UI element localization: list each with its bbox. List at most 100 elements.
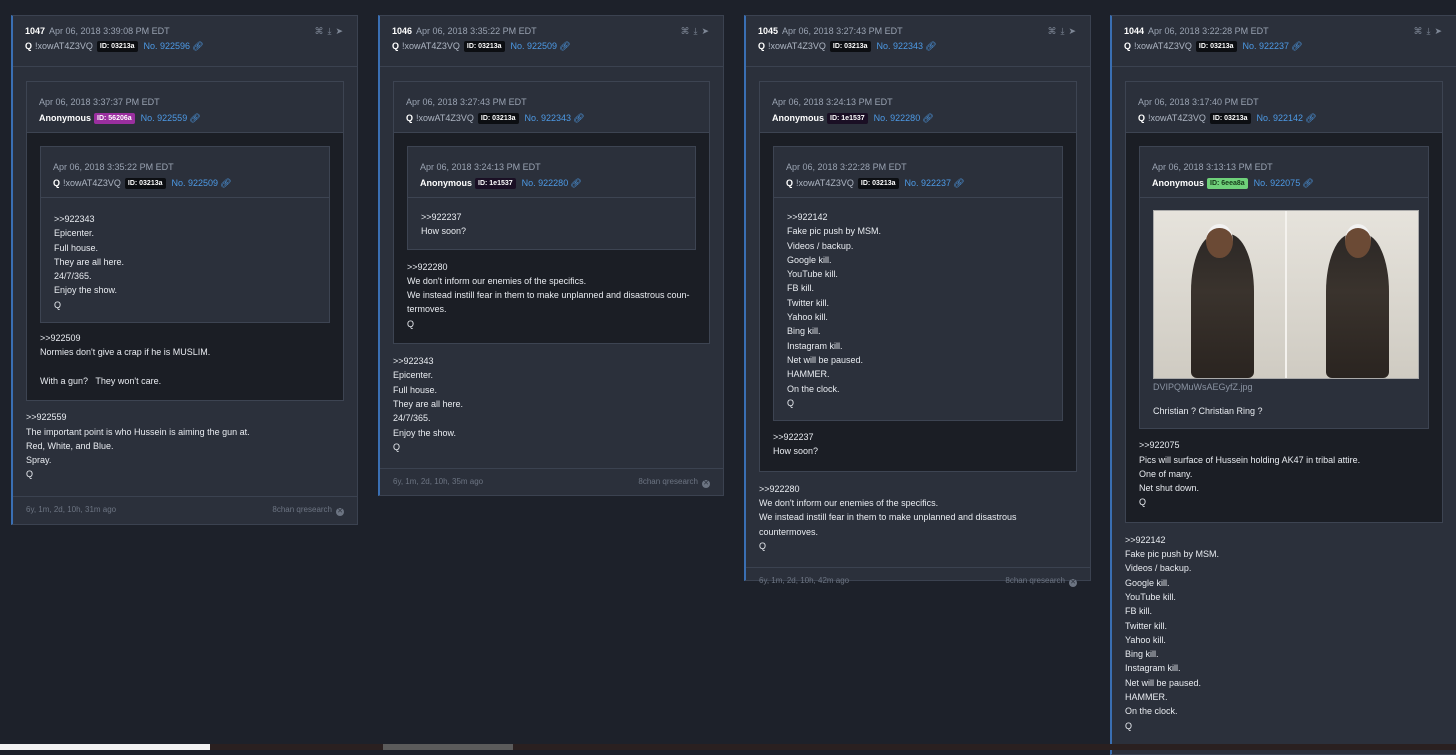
nested-id-badge: ID: 1e1537 (475, 178, 516, 189)
poster-name: Q (25, 41, 33, 51)
post-card-1045: 1045 Apr 06, 2018 3:27:43 PM EDT Q !xowAT4… (744, 15, 1091, 588)
quote-date: Apr 06, 2018 3:37:37 PM EDT (39, 97, 160, 107)
post-link[interactable]: No. 922237 (1243, 41, 1290, 51)
link-icon[interactable]: 🔗︎ (559, 41, 570, 51)
post-source: 8chan qresearch (1005, 576, 1065, 586)
quote-poster-name: Anonymous (772, 113, 825, 123)
post-text: >>922343 Epicenter. Full house. They are… (393, 356, 464, 452)
post-number: 1045 (758, 26, 779, 36)
post-source: 8chan qresearch (272, 504, 332, 514)
post-link[interactable]: No. 922509 (511, 41, 558, 51)
close-icon[interactable]: ✕ (702, 480, 710, 489)
post-age: 6y, 1m, 2d, 10h, 31m ago (26, 504, 117, 514)
nested-post-text: >>922142 Fake pic push by MSM. Videos / … (787, 212, 882, 408)
quote-post-link[interactable]: No. 922559 (141, 113, 188, 123)
post-header: 1044 Apr 06, 2018 3:22:28 PM EDT Q !xowAT4… (1112, 16, 1456, 67)
quote-tripcode: !xowAT4Z3VQ (1148, 113, 1206, 123)
quoted-post: Apr 06, 2018 3:37:37 PM EDT Anonymous ID:… (26, 81, 344, 402)
tripcode: !xowAT4Z3VQ (768, 41, 826, 51)
post-number: 1046 (392, 26, 413, 36)
quote-post-link[interactable]: No. 922142 (1257, 113, 1304, 123)
post-date: Apr 06, 2018 3:39:08 PM EDT (49, 26, 170, 36)
quote-post-text: >>922237 How soon? (773, 432, 819, 457)
quoted-post: Apr 06, 2018 3:27:43 PM EDT Q !xowAT4Z3VQ… (393, 81, 710, 345)
quote-id-badge: ID: 03213a (477, 113, 519, 124)
poster-name: Q (392, 41, 400, 51)
nested-tripcode: !xowAT4Z3VQ (796, 178, 854, 188)
link-icon[interactable]: 🔗︎ (922, 113, 933, 123)
quote-tripcode: !xowAT4Z3VQ (416, 113, 474, 123)
nested-tripcode: !xowAT4Z3VQ (63, 178, 121, 188)
quote-post-text: >>922075 Pics will surface of Hussein ho… (1139, 440, 1361, 508)
quote-id-badge: ID: 1e1537 (827, 113, 868, 124)
post-header: 1045 Apr 06, 2018 3:27:43 PM EDT Q !xowAT4… (746, 16, 1090, 67)
post-link[interactable]: No. 922343 (877, 41, 924, 51)
post-date: Apr 06, 2018 3:27:43 PM EDT (782, 26, 903, 36)
share-icon[interactable]: ⌘ (1047, 26, 1060, 36)
nested-quoted-post: Apr 06, 2018 3:22:28 PM EDT Q !xowAT4Z3VQ… (773, 146, 1063, 422)
image-filename[interactable]: DVIPQMuWsAEGyfZ.jpg (1153, 382, 1415, 392)
quote-post-text: >>922509 Normies don't give a crap if he… (40, 333, 211, 386)
post-date: Apr 06, 2018 3:35:22 PM EDT (416, 26, 537, 36)
post-age: 6y, 1m, 2d, 10h, 35m ago (393, 477, 484, 487)
nested-post-link[interactable]: No. 922237 (905, 178, 952, 188)
link-icon[interactable]: 🔗︎ (573, 113, 584, 123)
nested-post-text: Christian ? Christian Ring ? (1153, 406, 1263, 416)
nested-poster-name: Anonymous (420, 178, 473, 188)
link-icon[interactable]: 🔗︎ (953, 178, 964, 188)
link-icon[interactable]: 🔗︎ (570, 178, 581, 188)
quote-post-text: >>922280 We don't inform our enemies of … (407, 261, 690, 329)
poster-name: Q (758, 41, 766, 51)
post-header: 1046 Apr 06, 2018 3:35:22 PM EDT Q !xowAT4… (380, 16, 723, 67)
image-panel-left (1154, 211, 1285, 378)
quote-post-link[interactable]: No. 922280 (874, 113, 921, 123)
link-icon[interactable]: 🔗︎ (220, 178, 231, 188)
link-icon[interactable]: 🔗︎ (192, 41, 203, 51)
open-icon[interactable]: ➤ (335, 26, 347, 36)
nested-quote-date: Apr 06, 2018 3:22:28 PM EDT (786, 162, 907, 172)
share-icon[interactable]: ⌘ (680, 26, 693, 36)
nested-post-link[interactable]: No. 922075 (1254, 178, 1301, 188)
close-icon[interactable]: ✕ (1069, 579, 1077, 588)
nested-poster-name: Anonymous (1152, 178, 1205, 188)
share-icon[interactable]: ⌘ (1413, 26, 1426, 36)
nested-poster-name: Q (53, 178, 61, 188)
post-footer: 6y, 1m, 2d, 10h, 31m ago 8chan qresearch ✕ (13, 495, 357, 522)
quote-date: Apr 06, 2018 3:17:40 PM EDT (1138, 97, 1259, 107)
tripcode: !xowAT4Z3VQ (402, 41, 460, 51)
poster-id-badge: ID: 03213a (829, 41, 871, 52)
post-number: 1047 (25, 26, 46, 36)
nested-quote-date: Apr 06, 2018 3:24:13 PM EDT (420, 162, 541, 172)
quote-post-link[interactable]: No. 922343 (525, 113, 572, 123)
close-icon[interactable]: ✕ (336, 507, 344, 516)
poster-id-badge: ID: 03213a (1195, 41, 1237, 52)
open-icon[interactable]: ➤ (701, 26, 713, 36)
link-icon[interactable]: 🔗︎ (1291, 41, 1302, 51)
attached-image[interactable] (1153, 210, 1419, 379)
post-text: >>922142 Fake pic push by MSM. Videos / … (1125, 534, 1220, 731)
post-footer: 6y, 1m, 2d, 10h, 35m ago 8chan qresearch ✕ (380, 468, 723, 494)
nested-id-badge: ID: 03213a (124, 178, 166, 189)
link-icon[interactable]: 🔗︎ (925, 41, 936, 51)
post-footer: 6y, 1m, 2d, 10h, 42m ago 8chan qresearch ✕ (746, 567, 1090, 593)
nested-post-link[interactable]: No. 922509 (172, 178, 219, 188)
post-date: Apr 06, 2018 3:22:28 PM EDT (1148, 26, 1269, 36)
open-icon[interactable]: ➤ (1434, 26, 1446, 36)
post-header: 1047 Apr 06, 2018 3:39:08 PM EDT Q !xowAT4… (13, 16, 357, 67)
open-icon[interactable]: ➤ (1068, 26, 1080, 36)
post-age: 6y, 1m, 2d, 10h, 42m ago (759, 576, 850, 586)
post-card-1046: 1046 Apr 06, 2018 3:35:22 PM EDT Q !xowAT4… (378, 15, 724, 496)
quote-poster-name: Anonymous (39, 113, 92, 123)
poster-id-badge: ID: 03213a (463, 41, 505, 52)
share-icon[interactable]: ⌘ (314, 26, 327, 36)
quote-date: Apr 06, 2018 3:24:13 PM EDT (772, 97, 893, 107)
link-icon[interactable]: 🔗︎ (189, 113, 200, 123)
nested-quote-date: Apr 06, 2018 3:13:13 PM EDT (1152, 162, 1273, 172)
tripcode: !xowAT4Z3VQ (1134, 41, 1192, 51)
post-link[interactable]: No. 922596 (144, 41, 191, 51)
link-icon[interactable]: 🔗︎ (1302, 178, 1313, 188)
nested-post-link[interactable]: No. 922280 (522, 178, 569, 188)
link-icon[interactable]: 🔗︎ (1305, 113, 1316, 123)
nested-id-badge: ID: 6eea8a (1207, 178, 1248, 189)
post-text: >>922280 We don't inform our enemies of … (759, 483, 1017, 551)
